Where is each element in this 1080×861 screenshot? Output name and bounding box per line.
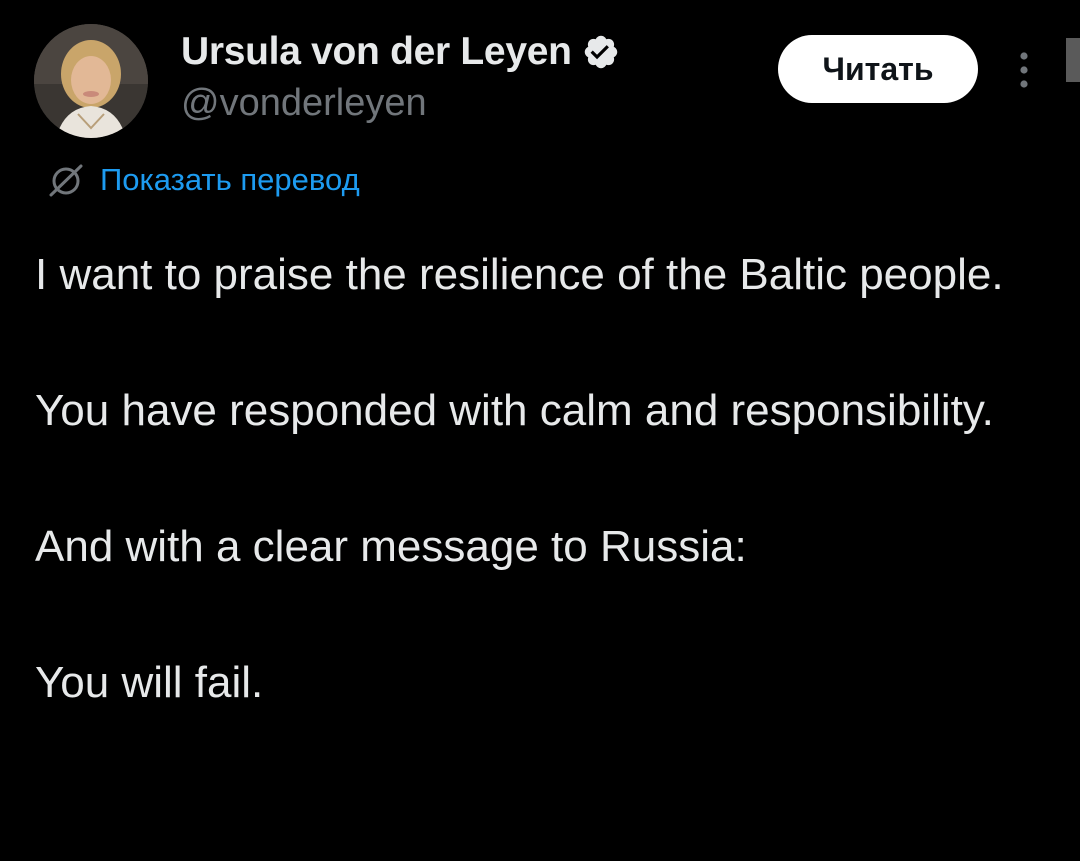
tweet-card: Ursula von der Leyen @vonderleyen Читать… bbox=[0, 0, 1080, 861]
author-handle[interactable]: @vonderleyen bbox=[181, 82, 427, 125]
avatar-image bbox=[34, 24, 148, 138]
follow-button[interactable]: Читать bbox=[778, 35, 978, 103]
avatar[interactable] bbox=[34, 24, 148, 138]
tweet-paragraph: I want to praise the resilience of the B… bbox=[35, 250, 1004, 299]
tweet-paragraph: You have responded with calm and respons… bbox=[35, 386, 994, 435]
author-name-row[interactable]: Ursula von der Leyen bbox=[181, 30, 620, 74]
show-translation-link[interactable]: Показать перевод bbox=[46, 160, 360, 200]
show-translation-label[interactable]: Показать перевод bbox=[100, 162, 360, 198]
tweet-paragraph: And with a clear message to Russia: bbox=[35, 522, 747, 571]
more-vertical-icon[interactable] bbox=[1012, 50, 1036, 90]
scrollbar[interactable] bbox=[1066, 38, 1080, 82]
verified-badge-icon bbox=[582, 33, 620, 71]
globe-icon bbox=[46, 160, 86, 200]
tweet-text: I want to praise the resilience of the B… bbox=[35, 241, 1045, 717]
tweet-paragraph: You will fail. bbox=[35, 658, 264, 707]
author-display-name[interactable]: Ursula von der Leyen bbox=[181, 30, 572, 74]
